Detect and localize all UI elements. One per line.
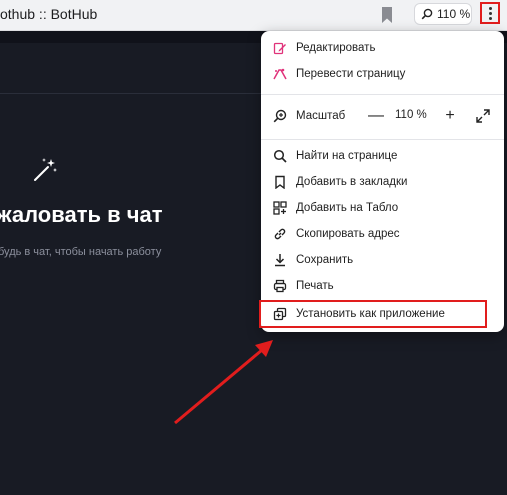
welcome-title: жаловать в чат xyxy=(0,202,163,227)
menu-zoom-row: Масштаб — 110 % + xyxy=(261,103,504,129)
search-icon xyxy=(273,149,287,163)
menu-item-find[interactable]: Найти на странице xyxy=(261,143,504,169)
tab-title[interactable]: othub :: BotHub xyxy=(0,6,97,22)
translate-icon xyxy=(273,67,287,81)
menu-item-label: Сохранить xyxy=(296,254,354,266)
download-icon xyxy=(273,253,287,267)
menu-item-translate[interactable]: Перевести страницу xyxy=(261,61,504,87)
zoom-indicator-button[interactable]: 110 % xyxy=(414,3,472,25)
kebab-dot xyxy=(488,16,492,20)
kebab-dot xyxy=(488,6,492,10)
link-icon xyxy=(273,227,287,241)
menu-item-label: Редактировать xyxy=(296,42,376,54)
menu-item-label: Перевести страницу xyxy=(296,68,406,80)
divider xyxy=(0,93,265,94)
menu-item-bookmark[interactable]: Добавить в закладки xyxy=(261,169,504,195)
zoom-icon xyxy=(273,109,287,123)
zoom-label: Масштаб xyxy=(273,103,345,129)
kebab-dot xyxy=(488,11,492,15)
menu-item-install-app[interactable]: Установить как приложение xyxy=(261,301,504,327)
menu-item-save[interactable]: Сохранить xyxy=(261,247,504,273)
menu-item-label: Скопировать адрес xyxy=(296,228,400,240)
menu-item-copy-address[interactable]: Скопировать адрес xyxy=(261,221,504,247)
menu-item-edit[interactable]: Редактировать xyxy=(261,35,504,61)
browser-context-menu: Редактировать Перевести страницу Масштаб… xyxy=(261,31,504,332)
bookmark-icon xyxy=(273,175,287,189)
install-app-icon xyxy=(273,307,287,321)
menu-separator xyxy=(261,94,504,95)
menu-item-label: Печать xyxy=(296,280,334,292)
welcome-subtitle: будь в чат, чтобы начать работу xyxy=(0,246,162,258)
edit-icon xyxy=(273,41,287,55)
zoom-value: 110 % xyxy=(395,109,427,121)
zoom-in-button[interactable]: + xyxy=(441,107,459,125)
print-icon xyxy=(273,279,287,293)
magic-wand-icon xyxy=(34,158,57,181)
zoom-magnifier-icon xyxy=(421,8,433,20)
zoom-label-text: Масштаб xyxy=(296,110,346,122)
menu-item-label: Добавить в закладки xyxy=(296,176,408,188)
zoom-out-button[interactable]: — xyxy=(367,107,385,125)
menu-separator xyxy=(261,139,504,140)
menu-item-label: Найти на странице xyxy=(296,150,398,162)
menu-item-label: Добавить на Табло xyxy=(296,202,399,214)
fullscreen-icon[interactable] xyxy=(476,109,490,123)
browser-toolbar: othub :: BotHub 110 % xyxy=(0,0,507,31)
menu-item-label: Установить как приложение xyxy=(296,308,445,320)
menu-item-add-to-tablo[interactable]: Добавить на Табло xyxy=(261,195,504,221)
grid-icon xyxy=(273,201,287,215)
zoom-level: 110 % xyxy=(437,7,471,21)
bookmark-icon[interactable] xyxy=(380,6,394,24)
menu-item-print[interactable]: Печать xyxy=(261,273,504,299)
browser-menu-button[interactable] xyxy=(480,2,500,24)
